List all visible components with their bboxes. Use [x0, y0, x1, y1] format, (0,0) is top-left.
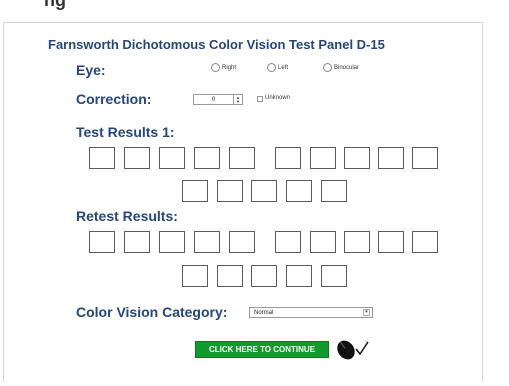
- test-result-box-15[interactable]: [321, 180, 347, 202]
- continue-button[interactable]: CLICK HERE TO CONTINUE: [195, 341, 329, 358]
- unknown-checkbox[interactable]: [257, 96, 263, 102]
- correction-stepper[interactable]: 0 ▲ ▼: [193, 94, 243, 105]
- color-vision-category-label: Color Vision Category:: [76, 304, 228, 320]
- mouse-click-icon: [337, 340, 369, 360]
- page-title: Farnsworth Dichotomous Color Vision Test…: [48, 37, 385, 52]
- radio-binocular[interactable]: [323, 63, 332, 72]
- test-results-label: Test Results 1:: [76, 124, 175, 140]
- stepper-arrows-icon[interactable]: ▲ ▼: [233, 95, 242, 104]
- top-heading: ng: [0, 0, 509, 22]
- eye-option-right[interactable]: Right: [211, 63, 236, 72]
- color-vision-category-select[interactable]: Normal ▾: [249, 307, 373, 318]
- retest-result-box-4[interactable]: [194, 231, 220, 253]
- test-result-box-14[interactable]: [286, 180, 312, 202]
- radio-left-label: Left: [278, 64, 289, 71]
- eye-option-left[interactable]: Left: [267, 63, 288, 72]
- test-panel: [3, 22, 483, 382]
- test-result-box-9[interactable]: [378, 147, 404, 169]
- category-selected-value: Normal: [254, 310, 274, 316]
- retest-result-box-1[interactable]: [89, 231, 115, 253]
- test-result-box-2[interactable]: [124, 147, 150, 169]
- dropdown-arrow-icon[interactable]: ▾: [363, 309, 370, 316]
- radio-left[interactable]: [267, 63, 276, 72]
- test-result-box-1[interactable]: [89, 147, 115, 169]
- retest-result-box-12[interactable]: [217, 265, 243, 287]
- correction-value[interactable]: 0: [194, 95, 233, 104]
- retest-result-box-8[interactable]: [344, 231, 370, 253]
- test-result-box-3[interactable]: [159, 147, 185, 169]
- retest-result-box-9[interactable]: [378, 231, 404, 253]
- unknown-checkbox-label: Unknown: [265, 95, 291, 101]
- retest-result-box-3[interactable]: [159, 231, 185, 253]
- eye-option-binocular[interactable]: Binocular: [323, 63, 359, 72]
- top-heading-text: ng: [44, 0, 66, 10]
- retest-result-box-14[interactable]: [286, 265, 312, 287]
- retest-result-box-5[interactable]: [229, 231, 255, 253]
- test-result-box-13[interactable]: [251, 180, 277, 202]
- correction-label: Correction:: [76, 91, 152, 107]
- test-result-box-11[interactable]: [182, 180, 208, 202]
- test-result-box-8[interactable]: [344, 147, 370, 169]
- test-result-box-6[interactable]: [275, 147, 301, 169]
- eye-label: Eye:: [76, 62, 106, 78]
- test-result-box-5[interactable]: [229, 147, 255, 169]
- retest-result-box-15[interactable]: [321, 265, 347, 287]
- retest-result-box-10[interactable]: [412, 231, 438, 253]
- retest-result-box-13[interactable]: [251, 265, 277, 287]
- test-result-box-10[interactable]: [412, 147, 438, 169]
- retest-result-box-2[interactable]: [124, 231, 150, 253]
- retest-result-box-11[interactable]: [182, 265, 208, 287]
- test-result-box-12[interactable]: [217, 180, 243, 202]
- test-result-box-7[interactable]: [310, 147, 336, 169]
- retest-results-label: Retest Results:: [76, 208, 178, 224]
- radio-right[interactable]: [211, 63, 220, 72]
- retest-result-box-7[interactable]: [310, 231, 336, 253]
- retest-result-box-6[interactable]: [275, 231, 301, 253]
- radio-right-label: Right: [222, 64, 237, 71]
- radio-binocular-label: Binocular: [334, 64, 360, 71]
- test-result-box-4[interactable]: [194, 147, 220, 169]
